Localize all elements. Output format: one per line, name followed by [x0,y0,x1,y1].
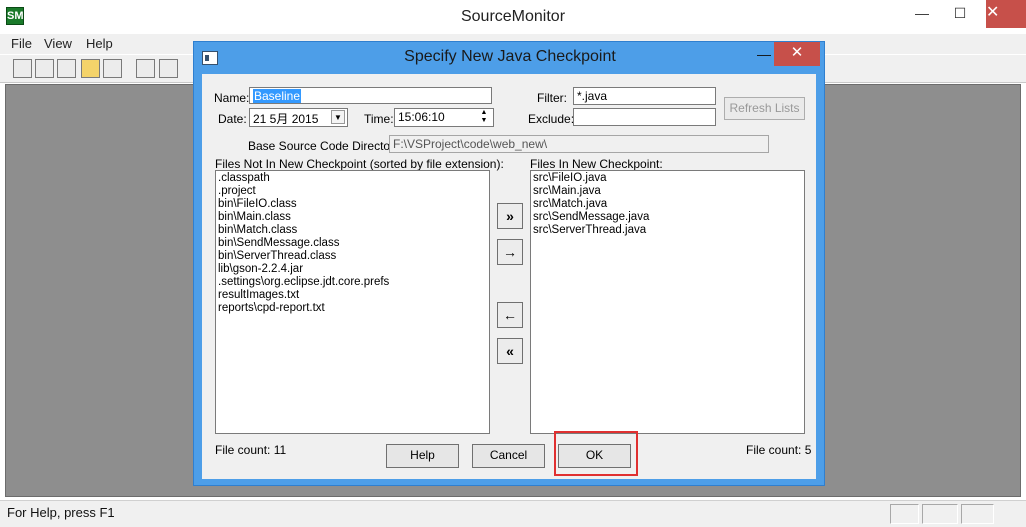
name-label: Name: [214,91,250,105]
print-icon[interactable] [136,59,155,78]
move-all-left-button[interactable]: « [497,338,523,364]
left-file-count: File count: 11 [215,443,287,457]
time-value: 15:06:10 [398,110,445,124]
dialog-title: Specify New Java Checkpoint [404,48,616,65]
name-value: Baseline [253,89,302,103]
menu-file[interactable]: File [11,36,32,51]
right-list-label: Files In New Checkpoint: [530,157,663,171]
date-label: Date: [218,112,247,126]
filter-input[interactable]: *.java [573,87,716,105]
new-checkpoint-dialog: Specify New Java Checkpoint — ✕ Name: Ba… [193,41,825,486]
cancel-button[interactable]: Cancel [472,444,545,468]
toolbar-button-3[interactable] [57,59,76,78]
menu-help[interactable]: Help [86,36,113,51]
list-item[interactable]: reports\cpd-report.txt [218,302,487,315]
time-input[interactable]: 15:06:10 ▲ ▼ [394,108,494,127]
name-input[interactable]: Baseline [249,87,492,104]
ok-highlight-box [554,431,638,476]
minimize-icon[interactable]: — [754,46,774,64]
main-titlebar: SM SourceMonitor — ☐ ✕ [0,0,1026,34]
list-item[interactable]: .classpath [218,172,487,185]
date-value: 21 5月 2015 [253,112,319,126]
dropdown-icon[interactable]: ▼ [331,110,345,124]
left-list-label: Files Not In New Checkpoint (sorted by f… [215,157,504,171]
list-item[interactable]: bin\Match.class [218,224,487,237]
help-button[interactable]: Help [386,444,459,468]
list-item[interactable]: src\ServerThread.java [533,224,802,237]
refresh-lists-button[interactable]: Refresh Lists [724,97,805,120]
included-files-list[interactable]: src\FileIO.java src\Main.java src\Match.ja… [530,170,805,434]
time-label: Time: [364,112,394,126]
list-item[interactable]: bin\Main.class [218,211,487,224]
open-folder-icon[interactable] [81,59,100,78]
list-item[interactable]: bin\SendMessage.class [218,237,487,250]
right-file-count: File count: 5 [746,443,812,457]
filter-label: Filter: [537,91,567,105]
list-item[interactable]: .settings\org.eclipse.jdt.core.prefs [218,276,487,289]
status-bar: For Help, press F1 [0,500,1026,527]
list-item[interactable]: .project [218,185,487,198]
list-item[interactable]: src\Match.java [533,198,802,211]
excluded-files-list[interactable]: .classpath .project bin\FileIO.class bin\Ma… [215,170,490,434]
toolbar-button-2[interactable] [35,59,54,78]
dialog-body: Name: Baseline Date: 21 5月 2015 ▼ Time: … [202,74,816,479]
move-all-right-button[interactable]: » [497,203,523,229]
spinner-down-icon[interactable]: ▼ [477,117,491,125]
menu-view[interactable]: View [44,36,72,51]
preview-icon[interactable] [159,59,178,78]
status-text: For Help, press F1 [7,505,115,520]
exclude-label: Exclude: [528,112,575,126]
status-cell-3 [961,504,994,524]
minimize-icon[interactable]: — [908,4,936,24]
window-title: SourceMonitor [460,8,566,25]
base-dir-field: F:\VSProject\code\web_new\ [389,135,769,153]
list-item[interactable]: resultImages.txt [218,289,487,302]
list-item[interactable]: src\FileIO.java [533,172,802,185]
spinner-up-icon[interactable]: ▲ [477,109,491,117]
close-icon[interactable]: ✕ [986,0,1026,28]
close-icon[interactable]: ✕ [774,42,820,66]
save-icon[interactable] [103,59,122,78]
list-item[interactable]: bin\FileIO.class [218,198,487,211]
list-item[interactable]: src\SendMessage.java [533,211,802,224]
date-picker[interactable]: 21 5月 2015 ▼ [249,108,348,127]
list-item[interactable]: lib\gson-2.2.4.jar [218,263,487,276]
list-item[interactable]: src\Main.java [533,185,802,198]
status-cell-2 [922,504,958,524]
move-left-button[interactable]: ← [497,302,523,328]
maximize-icon[interactable]: ☐ [946,4,974,24]
exclude-input[interactable] [573,108,716,126]
new-file-icon[interactable] [13,59,32,78]
status-cell-1 [890,504,919,524]
move-right-button[interactable]: → [497,239,523,265]
list-item[interactable]: bin\ServerThread.class [218,250,487,263]
base-dir-label: Base Source Code Directory: [248,139,404,153]
